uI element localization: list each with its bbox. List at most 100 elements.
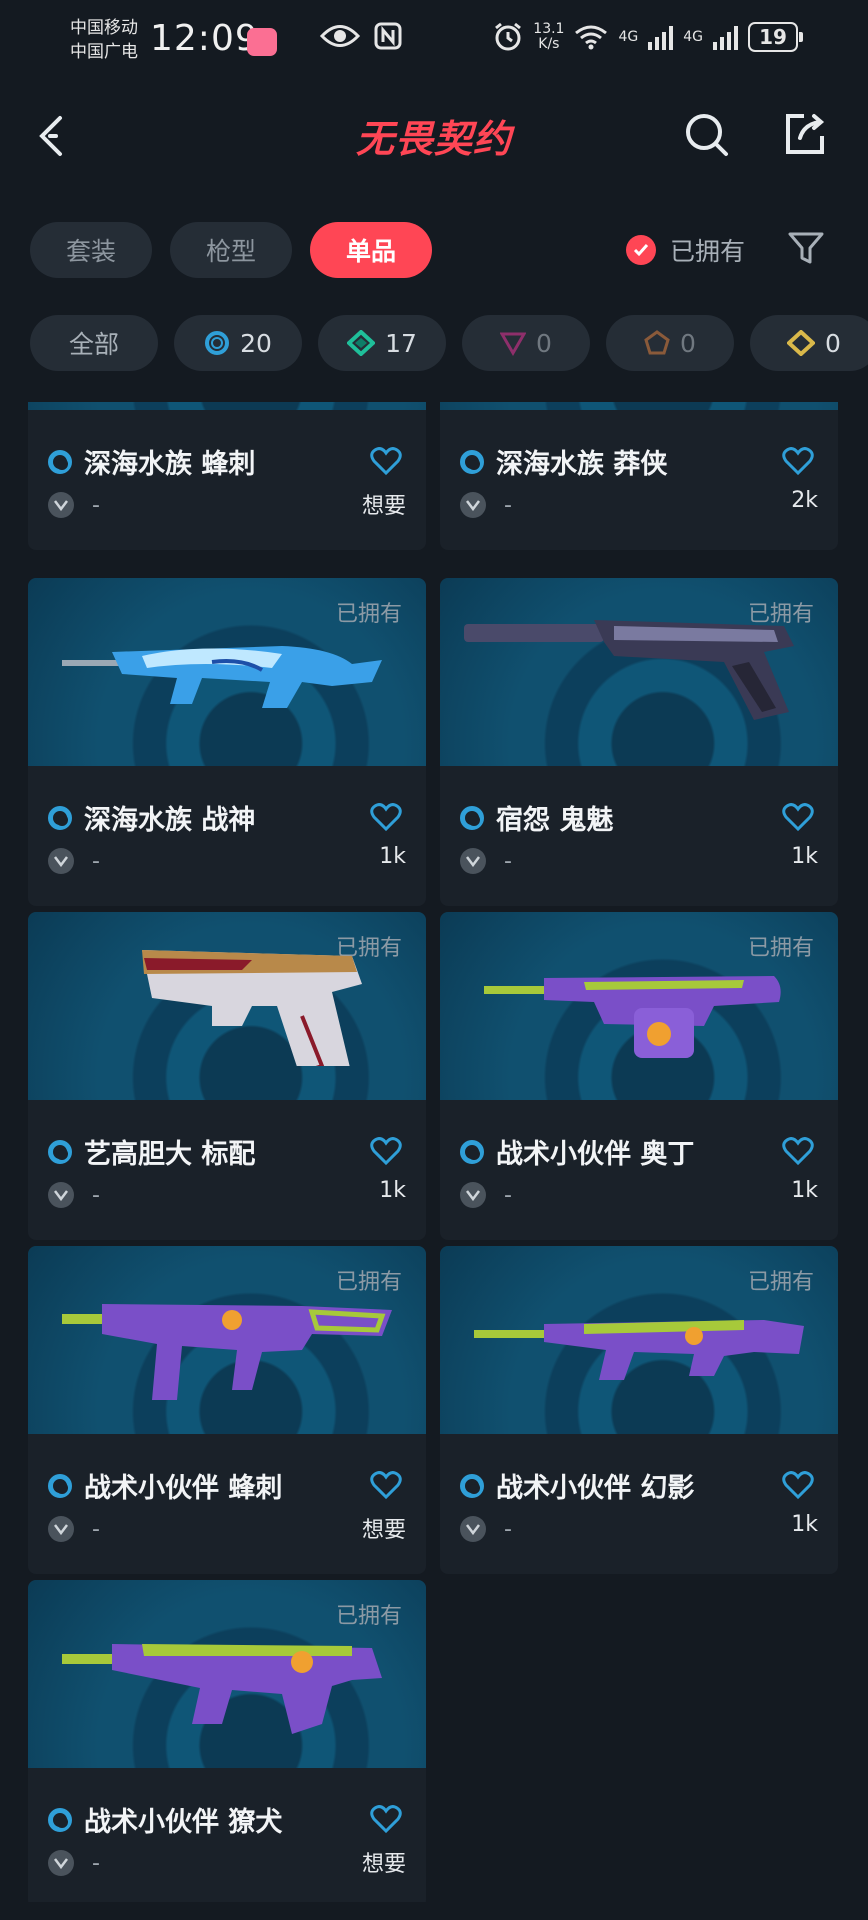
tier-deluxe[interactable]: 17 — [318, 315, 446, 371]
nfc-icon — [374, 22, 402, 50]
item-rarity: - — [92, 1516, 100, 1542]
item-rarity: - — [504, 848, 512, 874]
item-name: 战术小伙伴 奥丁 — [496, 1139, 695, 1170]
wishlist-count: 1k — [791, 1512, 818, 1537]
heart-icon[interactable] — [370, 1136, 402, 1166]
item-card[interactable]: 深海水族 莽侠 - 2k — [440, 402, 838, 550]
status-bar: 中国移动 中国广电 12:09 13.1 K/s 4G 4G 19 — [0, 0, 868, 86]
item-rarity: - — [92, 1182, 100, 1208]
network-speed: 13.1 K/s — [533, 22, 564, 52]
item-card[interactable]: 已拥有 战术小伙伴 獠犬 - 想要 — [28, 1580, 426, 1902]
weapon-rifle-image — [474, 1320, 804, 1380]
heart-icon[interactable] — [370, 1470, 402, 1500]
tab-bundles[interactable]: 套装 — [30, 222, 153, 278]
heart-icon[interactable] — [370, 446, 402, 476]
heart-icon[interactable] — [370, 1804, 402, 1834]
item-card[interactable]: 深海水族 蜂刺 - 想要 — [28, 402, 426, 550]
item-rarity: - — [92, 492, 100, 518]
weapon-pistol-image — [464, 620, 794, 720]
share-icon[interactable] — [780, 108, 830, 158]
item-name: 战术小伙伴 蜂刺 — [84, 1473, 283, 1504]
wishlist-count: 想要 — [361, 1518, 406, 1543]
item-image — [440, 402, 838, 410]
tier-ultra-count: 0 — [825, 328, 841, 358]
weapon-rifle-image — [62, 646, 382, 708]
item-image: 已拥有 — [28, 912, 426, 1100]
tier-select[interactable]: 20 — [174, 315, 302, 371]
tab-single-items[interactable]: 单品 — [310, 222, 433, 278]
select-tier-icon — [48, 1139, 72, 1164]
item-card[interactable]: 已拥有 战术小伙伴 幻影 - 1k — [440, 1246, 838, 1574]
carrier-1: 中国移动 — [70, 18, 138, 38]
signal-2-icon — [713, 24, 738, 50]
select-tier-icon — [205, 331, 230, 355]
alarm-icon — [495, 22, 522, 51]
category-tabs: 套装 枪型 单品 — [30, 222, 433, 278]
item-name: 艺高胆大 标配 — [84, 1139, 256, 1170]
item-card[interactable]: 已拥有 艺高胆大 标配 - 1k — [28, 912, 426, 1240]
level-badge-icon — [48, 1850, 74, 1876]
deluxe-tier-icon — [347, 330, 376, 356]
carrier-2: 中国广电 — [70, 42, 138, 62]
item-grid: 深海水族 蜂刺 - 想要 深海水族 莽侠 - 2k 已拥有 深海水族 战神 - … — [28, 402, 840, 1902]
item-rarity: - — [504, 1182, 512, 1208]
clock: 12:09 — [150, 18, 259, 59]
item-rarity: - — [92, 1850, 100, 1876]
premium-tier-icon — [500, 332, 527, 356]
signal-1-icon — [648, 24, 674, 50]
heart-icon[interactable] — [782, 446, 814, 476]
tier-ultra[interactable]: 0 — [750, 315, 868, 371]
tier-all[interactable]: 全部 — [30, 315, 158, 371]
level-badge-icon — [48, 848, 74, 874]
carrier-info: 中国移动 中国广电 — [70, 16, 138, 64]
wishlist-count: 1k — [791, 1178, 818, 1203]
weapon-smg-image — [62, 1304, 392, 1400]
wishlist-count: 2k — [791, 488, 818, 513]
item-image: 已拥有 — [28, 1580, 426, 1768]
app-header: 无畏契约 — [0, 96, 868, 176]
item-image: 已拥有 — [440, 578, 838, 766]
tab-weapon-types[interactable]: 枪型 — [170, 222, 293, 278]
item-image: 已拥有 — [28, 578, 426, 766]
owned-filter-toggle[interactable]: 已拥有 — [626, 232, 745, 268]
item-card[interactable]: 已拥有 战术小伙伴 蜂刺 - 想要 — [28, 1246, 426, 1574]
filter-icon[interactable] — [786, 228, 826, 268]
item-rarity: - — [504, 1516, 512, 1542]
tier-exclusive[interactable]: 0 — [606, 315, 734, 371]
wishlist-count: 1k — [379, 1178, 406, 1203]
heart-icon[interactable] — [370, 802, 402, 832]
heart-icon[interactable] — [782, 1136, 814, 1166]
tier-premium-count: 0 — [536, 328, 552, 358]
select-tier-icon — [460, 449, 484, 474]
heart-icon[interactable] — [782, 1470, 814, 1500]
select-tier-icon — [48, 805, 72, 830]
item-card[interactable]: 已拥有 深海水族 战神 - 1k — [28, 578, 426, 906]
level-badge-icon — [460, 1516, 486, 1542]
item-name: 宿怨 鬼魅 — [496, 805, 614, 836]
select-tier-icon — [460, 1473, 484, 1498]
bilibili-notification-icon — [247, 28, 277, 56]
weapon-bullpup-image — [62, 1644, 382, 1734]
search-icon[interactable] — [682, 110, 732, 160]
ultra-tier-icon — [787, 330, 816, 356]
item-image: 已拥有 — [440, 912, 838, 1100]
select-tier-icon — [48, 1807, 72, 1832]
select-tier-icon — [460, 805, 484, 830]
tier-select-count: 20 — [240, 328, 272, 358]
level-badge-icon — [48, 492, 74, 518]
checked-icon — [626, 235, 656, 265]
wishlist-count: 想要 — [361, 494, 406, 519]
item-card[interactable]: 已拥有 宿怨 鬼魅 - 1k — [440, 578, 838, 906]
heart-icon[interactable] — [782, 802, 814, 832]
item-name: 深海水族 战神 — [84, 805, 256, 836]
level-badge-icon — [460, 1182, 486, 1208]
speed-unit: K/s — [538, 36, 560, 52]
wishlist-count: 1k — [791, 844, 818, 869]
tier-premium[interactable]: 0 — [462, 315, 590, 371]
speed-value: 13.1 — [533, 21, 565, 37]
select-tier-icon — [460, 1139, 484, 1164]
item-name: 深海水族 莽侠 — [496, 449, 668, 480]
weapon-pistol-image — [142, 950, 362, 1066]
wishlist-count: 想要 — [361, 1852, 406, 1877]
item-card[interactable]: 已拥有 战术小伙伴 奥丁 - 1k — [440, 912, 838, 1240]
